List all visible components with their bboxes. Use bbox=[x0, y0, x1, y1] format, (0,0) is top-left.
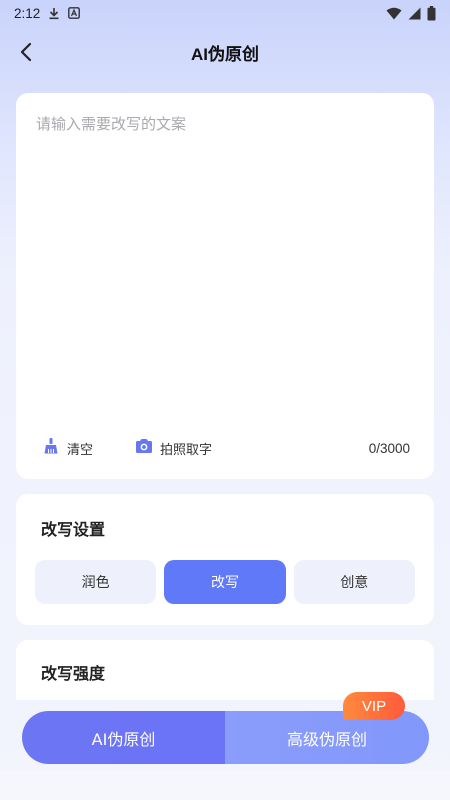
photo-ocr-button[interactable]: 拍照取字 bbox=[135, 438, 212, 458]
rewrite-settings-card: 改写设置 润色 改写 创意 bbox=[16, 494, 434, 625]
input-card-footer: 清空 拍照取字 0/3000 bbox=[42, 435, 410, 461]
bottom-safe-area bbox=[0, 770, 450, 800]
clear-label: 清空 bbox=[67, 442, 94, 458]
mode-rewrite-button[interactable]: 改写 bbox=[164, 560, 286, 604]
download-icon bbox=[48, 7, 60, 20]
rewrite-strength-card: 改写强度 bbox=[16, 640, 434, 700]
rewrite-mode-selector: 润色 改写 创意 bbox=[35, 560, 415, 604]
a-box-icon bbox=[68, 7, 81, 19]
status-time: 2:12 bbox=[14, 5, 41, 21]
back-button[interactable] bbox=[10, 36, 42, 68]
clear-button[interactable]: 清空 bbox=[42, 437, 93, 459]
copy-text-input[interactable] bbox=[36, 113, 414, 413]
camera-icon bbox=[135, 438, 153, 458]
mode-polish-button[interactable]: 润色 bbox=[35, 560, 157, 604]
chevron-left-icon bbox=[20, 42, 32, 62]
status-bar: 2:12 bbox=[0, 0, 450, 26]
rewrite-strength-title: 改写强度 bbox=[41, 664, 106, 683]
broom-icon bbox=[42, 437, 60, 459]
mode-creative-button[interactable]: 创意 bbox=[293, 560, 415, 604]
char-counter: 0/3000 bbox=[368, 440, 410, 456]
input-card: 清空 拍照取字 0/3000 bbox=[16, 93, 434, 479]
signal-icon bbox=[408, 7, 421, 20]
photo-ocr-label: 拍照取字 bbox=[160, 442, 213, 458]
wifi-icon bbox=[386, 7, 402, 20]
battery-icon bbox=[427, 5, 436, 21]
nav-bar: AI伪原创 bbox=[0, 30, 450, 74]
ai-rewrite-button[interactable]: AI伪原创 bbox=[22, 711, 225, 764]
rewrite-settings-title: 改写设置 bbox=[41, 520, 106, 539]
status-left: 2:12 bbox=[14, 5, 81, 21]
vip-badge: VIP bbox=[343, 692, 405, 720]
status-right bbox=[386, 5, 436, 21]
page-title: AI伪原创 bbox=[191, 44, 259, 64]
advanced-rewrite-button[interactable]: 高级伪原创 bbox=[225, 711, 429, 764]
